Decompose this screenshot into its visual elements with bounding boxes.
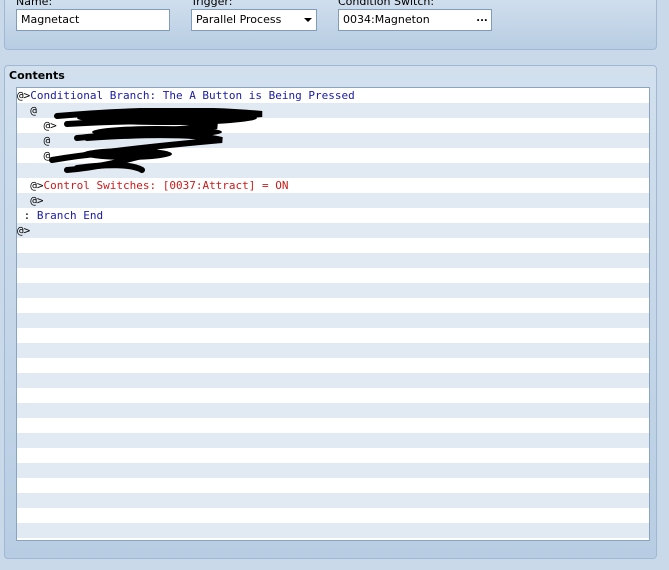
chevron-down-icon bbox=[304, 18, 312, 22]
command-row[interactable] bbox=[17, 238, 649, 253]
command-row[interactable] bbox=[17, 358, 649, 373]
command-row[interactable] bbox=[17, 433, 649, 448]
command-prefix bbox=[17, 164, 30, 177]
command-row[interactable]: @ bbox=[17, 133, 649, 148]
name-label: Name: bbox=[16, 0, 53, 8]
trigger-value: Parallel Process bbox=[196, 13, 282, 26]
name-input[interactable]: Magnetact bbox=[16, 9, 170, 31]
command-row[interactable] bbox=[17, 373, 649, 388]
command-row[interactable] bbox=[17, 388, 649, 403]
command-row[interactable]: @> bbox=[17, 223, 649, 238]
contents-title: Contents bbox=[9, 69, 65, 82]
command-text: Control Switches: [0037:Attract] = ON bbox=[43, 179, 289, 192]
command-row[interactable]: @> bbox=[17, 193, 649, 208]
command-row[interactable]: @> bbox=[17, 118, 649, 133]
command-row[interactable]: @ bbox=[17, 148, 649, 163]
command-row[interactable] bbox=[17, 403, 649, 418]
command-row[interactable] bbox=[17, 493, 649, 508]
command-rows: @>Conditional Branch: The A Button is Be… bbox=[17, 88, 649, 538]
command-row[interactable] bbox=[17, 448, 649, 463]
command-row[interactable] bbox=[17, 328, 649, 343]
browse-switch-button[interactable]: ... bbox=[475, 12, 489, 28]
command-row[interactable] bbox=[17, 298, 649, 313]
command-row[interactable] bbox=[17, 253, 649, 268]
command-row[interactable]: @>Control Switches: [0037:Attract] = ON bbox=[17, 178, 649, 193]
command-row[interactable] bbox=[17, 163, 649, 178]
command-row[interactable]: @>Conditional Branch: The A Button is Be… bbox=[17, 88, 649, 103]
trigger-dropdown[interactable]: Parallel Process bbox=[191, 9, 317, 31]
event-properties-panel: Name: Magnetact Trigger: Parallel Proces… bbox=[4, 0, 657, 50]
command-row[interactable] bbox=[17, 508, 649, 523]
command-prefix: @> bbox=[17, 179, 44, 192]
command-row[interactable]: @ bbox=[17, 103, 649, 118]
command-row[interactable] bbox=[17, 418, 649, 433]
contents-panel: Contents @>Conditional Branch: The A But… bbox=[4, 65, 657, 559]
command-prefix: @ bbox=[17, 149, 51, 162]
command-row[interactable] bbox=[17, 343, 649, 358]
trigger-label: Trigger: bbox=[191, 0, 233, 8]
condition-switch-label: Condition Switch: bbox=[338, 0, 435, 8]
command-text: Conditional Branch: The A Button is Bein… bbox=[30, 89, 355, 102]
command-row[interactable] bbox=[17, 478, 649, 493]
command-row[interactable] bbox=[17, 268, 649, 283]
command-prefix: @> bbox=[17, 89, 31, 102]
command-prefix: @ bbox=[17, 104, 37, 117]
command-row[interactable] bbox=[17, 523, 649, 538]
command-row[interactable] bbox=[17, 283, 649, 298]
command-prefix: @ bbox=[17, 134, 51, 147]
command-prefix: @> bbox=[17, 119, 57, 132]
condition-switch-value: 0034:Magneton bbox=[343, 13, 430, 26]
condition-switch-field[interactable]: 0034:Magneton ... bbox=[338, 9, 492, 31]
event-command-list[interactable]: @>Conditional Branch: The A Button is Be… bbox=[16, 87, 650, 541]
command-prefix: @> bbox=[17, 194, 44, 207]
command-text: Branch End bbox=[36, 209, 104, 222]
command-prefix: @> bbox=[17, 224, 31, 237]
command-row[interactable]: : Branch End bbox=[17, 208, 649, 223]
command-prefix: : bbox=[17, 209, 37, 222]
command-row[interactable] bbox=[17, 463, 649, 478]
command-row[interactable] bbox=[17, 313, 649, 328]
